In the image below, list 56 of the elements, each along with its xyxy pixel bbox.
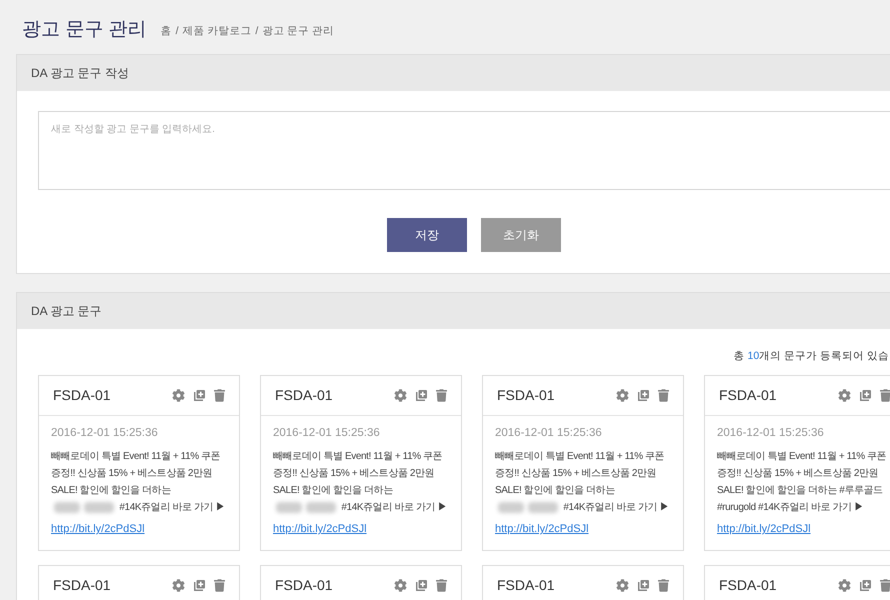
count-text: 총 10개의 문구가 등록되어 있습 — [734, 349, 889, 364]
card-title: FSDA-01 — [275, 386, 333, 405]
card-title: FSDA-01 — [719, 576, 777, 595]
reset-button[interactable]: 초기화 — [481, 218, 561, 252]
copy-plus-icon[interactable] — [193, 388, 206, 402]
breadcrumb-link[interactable]: 홈 — [160, 24, 172, 40]
card-title: FSDA-01 — [275, 576, 333, 595]
trash-icon[interactable] — [658, 388, 669, 402]
trash-icon[interactable] — [436, 388, 447, 402]
save-button[interactable]: 저장 — [387, 218, 467, 252]
card-link[interactable]: http://bit.ly/2cPdSJl — [495, 523, 589, 535]
card-link[interactable]: http://bit.ly/2cPdSJl — [717, 523, 811, 535]
card-link[interactable]: http://bit.ly/2cPdSJl — [51, 523, 145, 535]
card-date: 2016-12-01 15:25:36 — [717, 426, 825, 441]
card-date: 2016-12-01 15:25:36 — [273, 426, 381, 441]
copy-plus-icon[interactable] — [637, 579, 650, 592]
card-title: FSDA-01 — [497, 386, 555, 405]
settings-icon[interactable] — [172, 388, 185, 402]
card-date: 2016-12-01 15:25:36 — [51, 426, 159, 441]
copy-plus-icon[interactable] — [193, 579, 206, 592]
card-title: FSDA-01 — [53, 386, 111, 405]
card-title: FSDA-01 — [497, 576, 555, 595]
card-link[interactable]: http://bit.ly/2cPdSJl — [273, 523, 367, 535]
copy-plus-icon[interactable] — [859, 388, 872, 402]
breadcrumb-separator: / — [255, 24, 258, 40]
panel-title: DA 광고 문구 — [31, 303, 102, 320]
trash-icon[interactable] — [880, 579, 890, 592]
card-message: 빼빼로데이 특별 Event! 11월 + 11% 쿠폰 증정!! 신상품 15% + 베스트상품 2만원 SALE! 할인에 할인을 더하는 #14K쥬얼리 바로 가기 ▶ — [273, 450, 448, 515]
trash-icon[interactable] — [658, 579, 669, 592]
card-message: 빼빼로데이 특별 Event! 11월 + 11% 쿠폰 증정!! 신상품 15% + 베스트상품 2만원 SALE! 할인에 할인을 더하는 #루루골드 #rurugold #14K쥬얼리 바로 가기 ▶ — [717, 450, 888, 515]
panel-title: DA 광고 문구 작성 — [31, 65, 130, 82]
settings-icon[interactable] — [172, 579, 185, 592]
card-message: 빼빼로데이 특별 Event! 11월 + 11% 쿠폰 증정!! 신상품 15% + 베스트상품 2만원 SALE! 할인에 할인을 더하는 #14K쥬얼리 바로 가기 ▶ — [51, 450, 226, 515]
trash-icon[interactable] — [436, 579, 447, 592]
breadcrumb-separator: / — [176, 24, 178, 40]
card-title: FSDA-01 — [53, 576, 111, 595]
settings-icon[interactable] — [394, 579, 407, 592]
settings-icon[interactable] — [616, 579, 629, 592]
settings-icon[interactable] — [838, 579, 851, 592]
trash-icon[interactable] — [880, 388, 890, 402]
card-title: FSDA-01 — [719, 386, 777, 405]
copy-plus-icon[interactable] — [637, 388, 650, 402]
card-message: 빼빼로데이 특별 Event! 11월 + 11% 쿠폰 증정!! 신상품 15% + 베스트상품 2만원 SALE! 할인에 할인을 더하는 #14K쥬얼리 바로 가기 ▶ — [495, 450, 670, 515]
settings-icon[interactable] — [616, 388, 629, 402]
breadcrumb-link[interactable]: 제품 카탈로그 — [182, 24, 252, 40]
copy-plus-icon[interactable] — [415, 579, 428, 592]
trash-icon[interactable] — [214, 388, 225, 402]
settings-icon[interactable] — [838, 388, 851, 402]
settings-icon[interactable] — [394, 388, 407, 402]
page-title: 광고 문구 관리 — [22, 18, 147, 42]
breadcrumb-link[interactable]: 광고 문구 관리 — [262, 24, 334, 40]
trash-icon[interactable] — [214, 579, 225, 592]
message-input[interactable]: 새로 작성할 광고 문구를 입력하세요. — [38, 111, 890, 190]
copy-plus-icon[interactable] — [415, 388, 428, 402]
card-date: 2016-12-01 15:25:36 — [495, 426, 603, 441]
copy-plus-icon[interactable] — [859, 579, 872, 592]
